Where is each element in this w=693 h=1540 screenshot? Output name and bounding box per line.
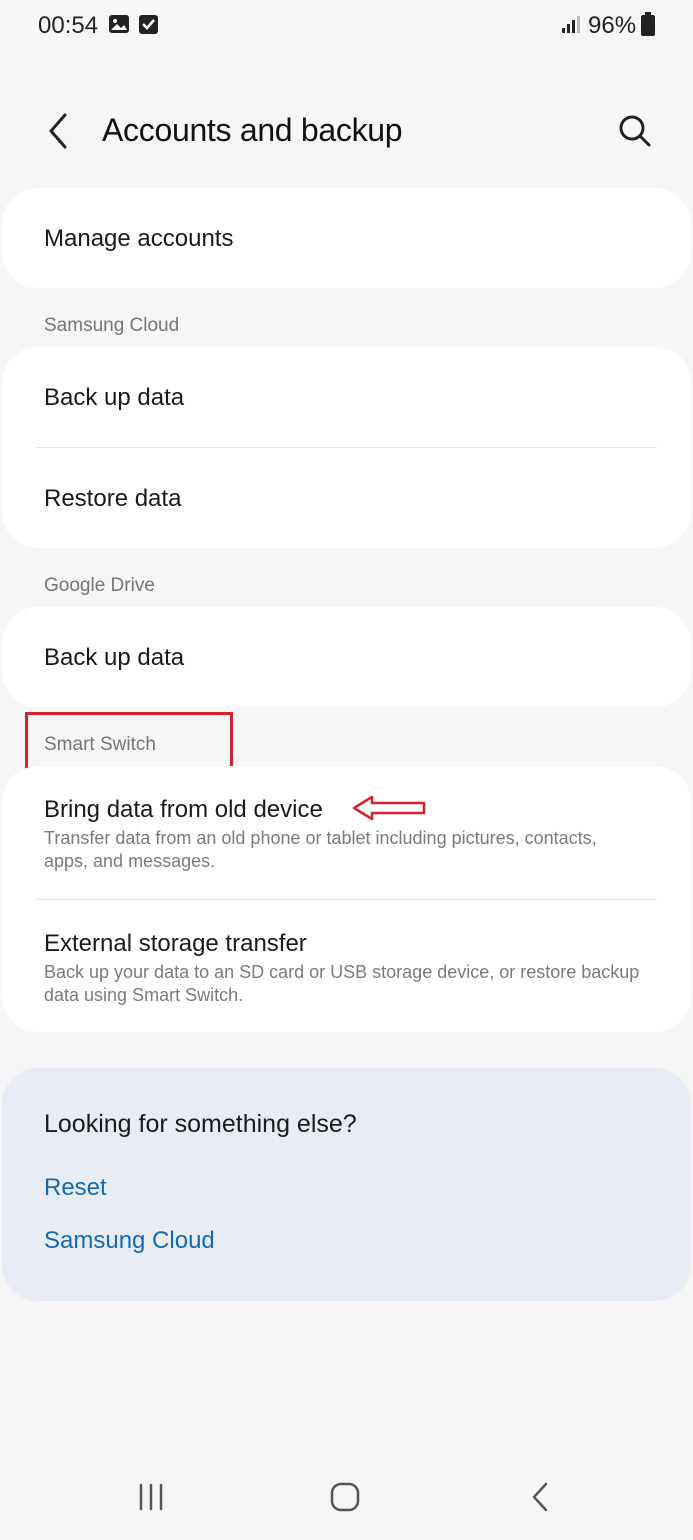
samsung-restore-item[interactable]: Restore data [2, 448, 691, 548]
recents-icon [139, 1483, 163, 1511]
back-icon [532, 1482, 548, 1512]
external-storage-title: External storage transfer [44, 930, 307, 957]
reset-link[interactable]: Reset [44, 1174, 107, 1202]
external-storage-item[interactable]: External storage transfer Back up your d… [2, 900, 691, 1032]
back-button[interactable] [40, 108, 76, 154]
home-icon [330, 1482, 360, 1512]
chevron-left-icon [49, 113, 67, 149]
suggestions-card: Looking for something else? Reset Samsun… [2, 1068, 691, 1301]
section-label-samsung-cloud: Samsung Cloud [44, 315, 180, 336]
google-drive-card: Back up data [2, 607, 691, 707]
manage-accounts-label: Manage accounts [44, 225, 234, 252]
search-icon [619, 115, 651, 147]
gallery-icon [109, 15, 129, 33]
samsung-cloud-card: Back up data Restore data [2, 347, 691, 548]
status-time: 00:54 [38, 12, 99, 39]
suggestions-title: Looking for something else? [44, 1110, 357, 1138]
google-backup-item[interactable]: Back up data [2, 607, 691, 707]
signal-icon [562, 16, 580, 33]
recents-button[interactable] [131, 1477, 171, 1517]
manage-accounts-item[interactable]: Manage accounts [2, 188, 691, 288]
annotation-arrow-icon [352, 795, 426, 821]
checkbox-icon [139, 15, 158, 34]
external-storage-description: Back up your data to an SD card or USB s… [44, 962, 640, 1005]
smart-switch-card: Bring data from old device Transfer data… [2, 766, 691, 1032]
battery-percent: 96% [588, 12, 637, 39]
system-nav-bar [0, 1455, 693, 1540]
samsung-backup-label: Back up data [44, 384, 185, 411]
search-button[interactable] [614, 110, 656, 152]
manage-accounts-card: Manage accounts [2, 188, 691, 288]
samsung-cloud-link[interactable]: Samsung Cloud [44, 1227, 215, 1255]
page-title: Accounts and backup [102, 112, 403, 148]
home-button[interactable] [325, 1477, 365, 1517]
samsung-backup-item[interactable]: Back up data [2, 347, 691, 447]
status-bar: 00:54 96% [0, 0, 693, 52]
section-label-google-drive: Google Drive [44, 575, 155, 596]
battery-icon [641, 12, 655, 36]
app-header: Accounts and backup [0, 100, 693, 162]
samsung-restore-label: Restore data [44, 485, 182, 512]
section-label-smart-switch: Smart Switch [44, 734, 156, 755]
bring-data-title: Bring data from old device [44, 796, 323, 823]
google-backup-label: Back up data [44, 644, 185, 671]
nav-back-button[interactable] [520, 1477, 560, 1517]
bring-data-item[interactable]: Bring data from old device Transfer data… [2, 766, 691, 898]
bring-data-description: Transfer data from an old phone or table… [44, 828, 597, 871]
